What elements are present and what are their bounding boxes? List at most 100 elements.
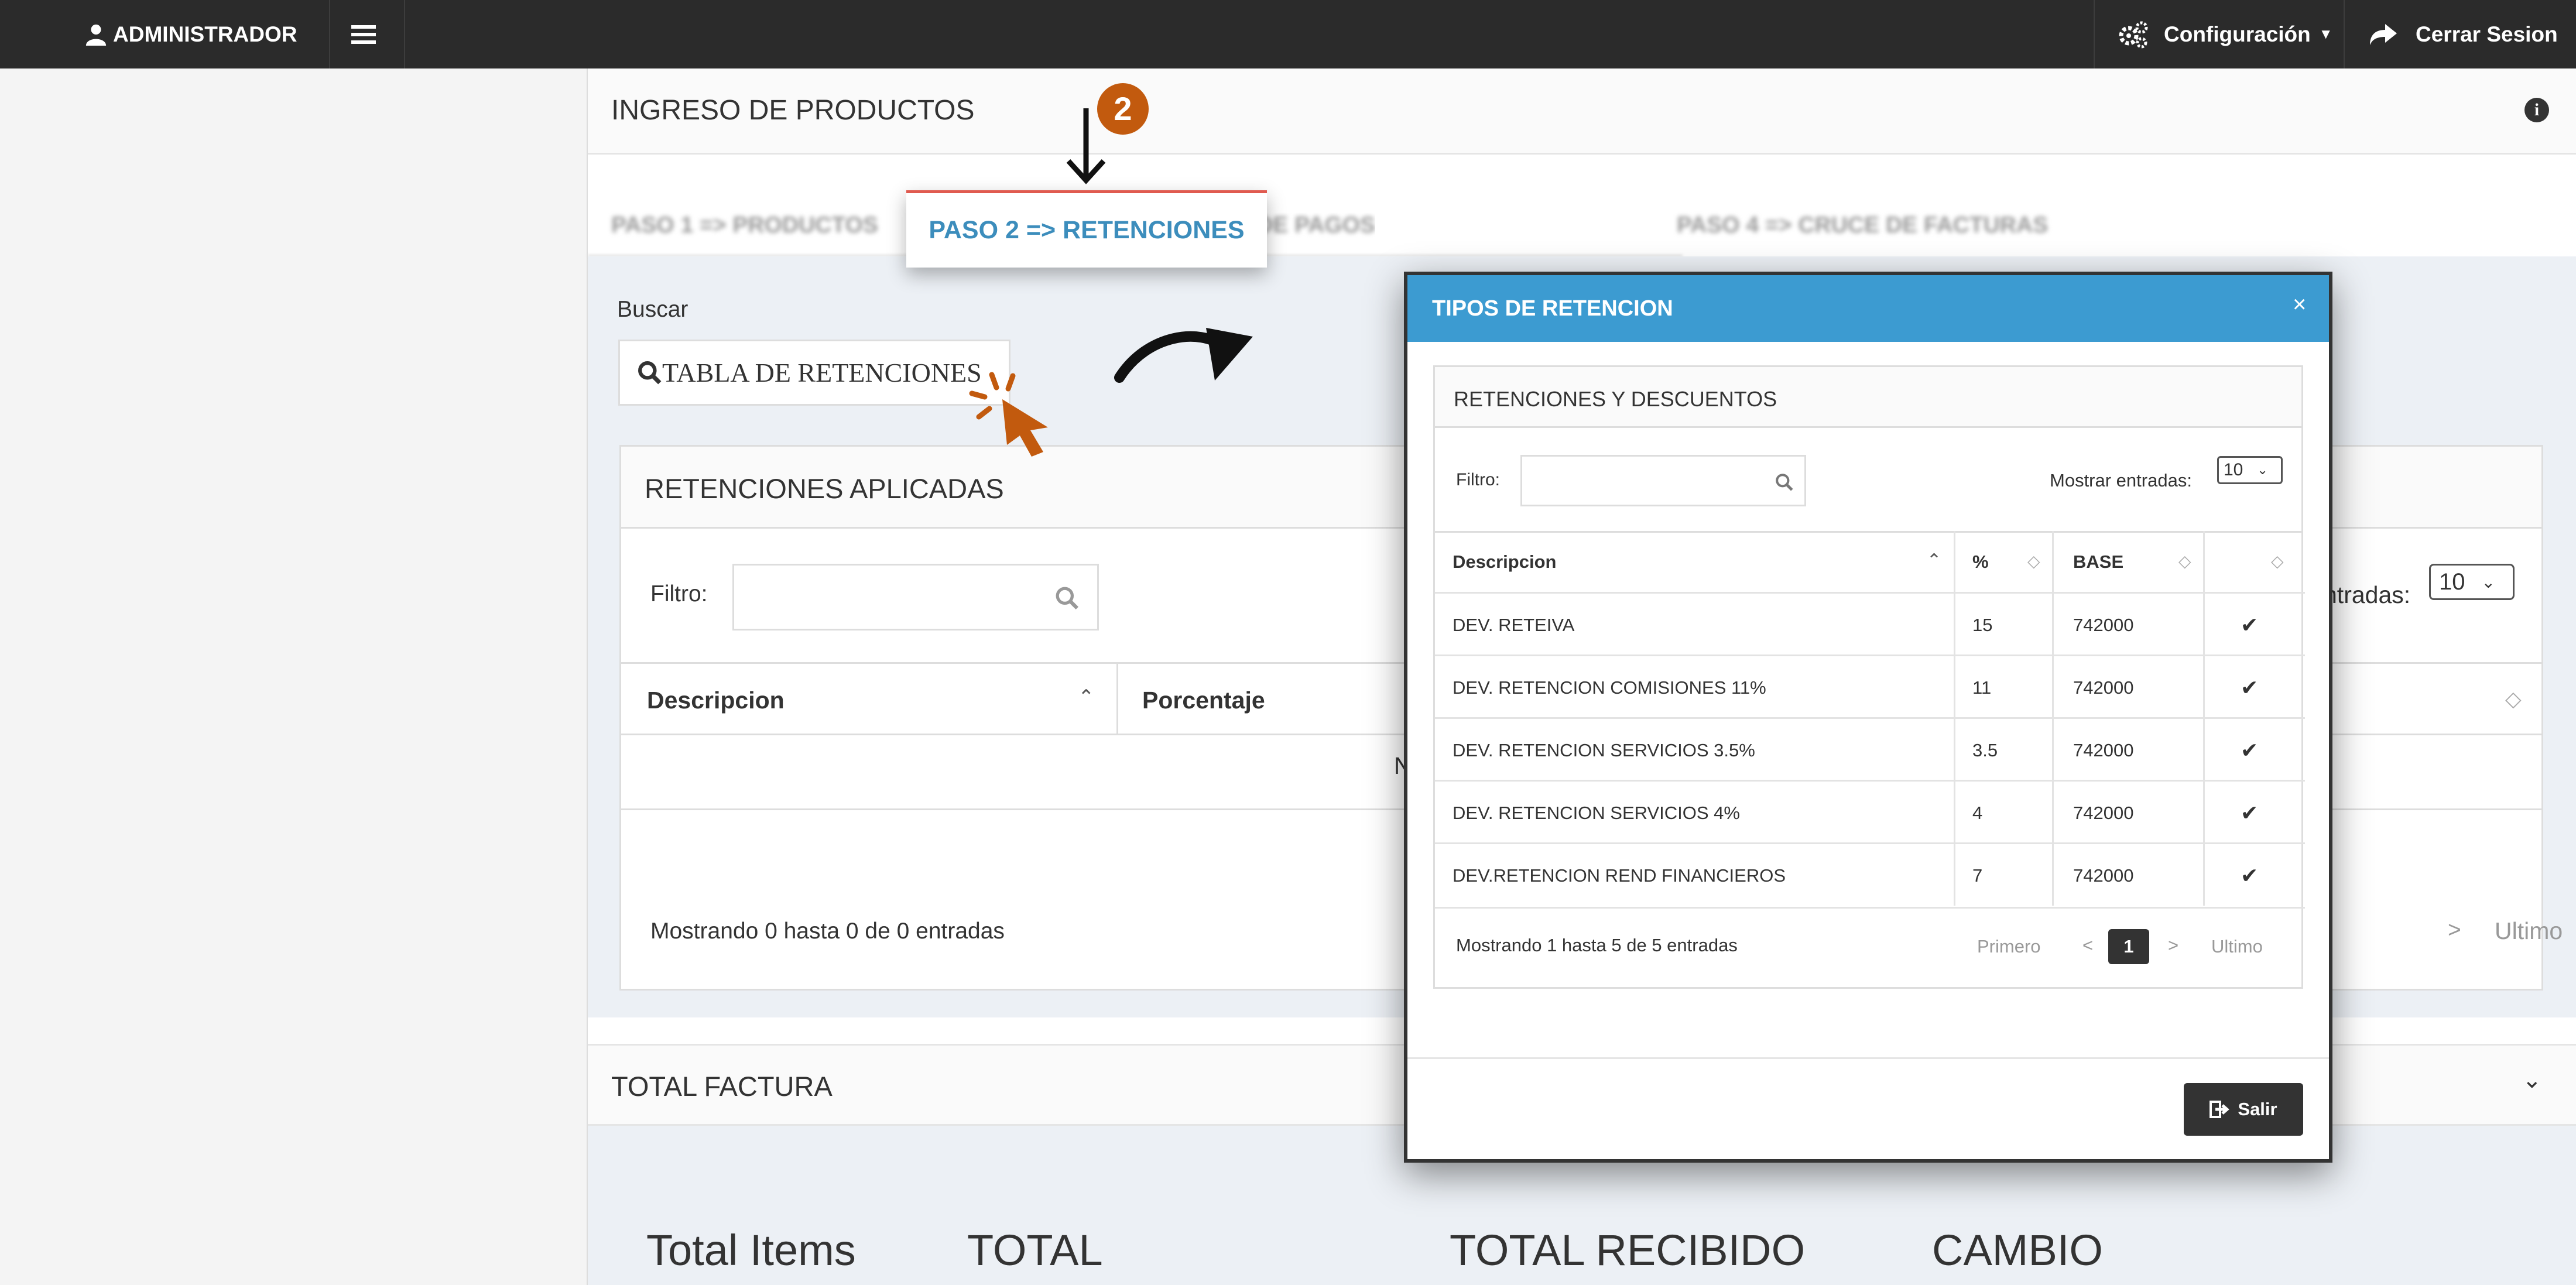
chevron-down-icon: ⌄: [2257, 462, 2268, 477]
modal-col-percent[interactable]: %: [1972, 551, 1989, 573]
modal-title: TIPOS DE RETENCION: [1432, 296, 1673, 321]
sort-icon: ◇: [2271, 552, 2284, 570]
curved-arrow-icon: [1114, 328, 1253, 383]
search-icon: [1776, 474, 1793, 491]
collapse-icon[interactable]: ⌄: [2522, 1067, 2542, 1094]
sort-icon: ◇: [2505, 687, 2522, 711]
modal-show-label: Mostrar entradas:: [2050, 470, 2192, 491]
retention-table-label: TABLA DE RETENCIONES: [662, 358, 982, 388]
applied-info: Mostrando 0 hasta 0 de 0 entradas: [650, 919, 1005, 944]
total-recibido-label: TOTAL RECIBIDO: [1450, 1226, 1806, 1274]
select-check-icon[interactable]: ✔: [2241, 656, 2258, 719]
total-factura-title: TOTAL FACTURA: [611, 1071, 833, 1102]
applied-show-value: 10: [2439, 568, 2465, 595]
select-check-icon[interactable]: ✔: [2241, 844, 2258, 907]
sort-icon: ◇: [2027, 552, 2040, 570]
search-label: Buscar: [617, 297, 688, 322]
caret-down-icon: ▼: [2318, 26, 2333, 42]
retentions-subtitle: RETENCIONES Y DESCUENTOS: [1454, 387, 1777, 411]
pagination-next[interactable]: >: [2168, 935, 2178, 956]
click-cursor-icon: [969, 372, 1048, 457]
table-row[interactable]: DEV.RETENCION REND FINANCIEROS 7 742000 …: [1435, 842, 2305, 909]
logout-link[interactable]: Cerrar Sesion: [2369, 0, 2558, 68]
info-icon[interactable]: i: [2524, 98, 2549, 122]
applied-show-select[interactable]: 10 ⌄: [2429, 564, 2515, 600]
sort-up-icon: ⌃: [1078, 686, 1095, 708]
row-percent: 11: [1972, 677, 1992, 698]
share-arrow-icon: [2370, 23, 2397, 45]
modal-show-value: 10: [2224, 460, 2243, 479]
pagination-last[interactable]: Ultimo: [2211, 936, 2263, 957]
config-label: Configuración: [2164, 22, 2311, 46]
config-menu[interactable]: Configuración ▼: [2118, 0, 2333, 68]
modal-col-description[interactable]: Descripcion: [1453, 551, 1556, 573]
sign-out-icon: [2210, 1101, 2230, 1118]
search-icon: [638, 361, 662, 384]
modal-show-select[interactable]: 10 ⌄: [2217, 456, 2283, 484]
applied-last[interactable]: Ultimo: [2495, 917, 2563, 945]
gears-icon: [2119, 21, 2148, 48]
user-menu[interactable]: ADMINISTRADOR: [85, 0, 297, 68]
pagination-current[interactable]: 1: [2108, 929, 2149, 964]
row-percent: 3.5: [1972, 739, 1998, 760]
user-label: ADMINISTRADOR: [113, 22, 297, 46]
row-base: 742000: [2073, 677, 2134, 698]
applied-title: RETENCIONES APLICADAS: [645, 473, 1004, 504]
tab-paso-1[interactable]: PASO 1 => PRODUCTOS: [611, 213, 878, 238]
row-base: 742000: [2073, 739, 2134, 760]
chevron-down-icon: ⌄: [2481, 573, 2495, 591]
retention-table-button[interactable]: TABLA DE RETENCIONES: [618, 340, 1010, 406]
row-description: DEV. RETEIVA: [1453, 614, 1575, 635]
exit-button[interactable]: Salir: [2184, 1083, 2303, 1136]
modal-close-button[interactable]: ×: [2293, 292, 2306, 318]
applied-col-description[interactable]: Descripcion: [647, 687, 785, 714]
row-base: 742000: [2073, 865, 2134, 886]
table-row[interactable]: DEV. RETENCION SERVICIOS 4% 4 742000 ✔: [1435, 780, 2305, 844]
table-row[interactable]: DEV. RETENCION COMISIONES 11% 11 742000 …: [1435, 655, 2305, 719]
top-navbar: ADMINISTRADOR Configuración ▼ Cerrar Ses…: [0, 0, 2576, 68]
logout-label: Cerrar Sesion: [2416, 22, 2558, 46]
row-base: 742000: [2073, 802, 2134, 823]
sort-icon: ◇: [2178, 552, 2191, 570]
applied-filter-label: Filtro:: [650, 581, 708, 606]
tab-paso-2-label: PASO 2 => RETENCIONES: [929, 216, 1245, 244]
panel-header: INGRESO DE PRODUCTOS i: [588, 68, 2576, 155]
row-description: DEV. RETENCION SERVICIOS 3.5%: [1453, 739, 1755, 760]
applied-col-percentage[interactable]: Porcentaje: [1142, 687, 1265, 714]
total-label: TOTAL: [967, 1226, 1103, 1274]
menu-icon: [351, 25, 376, 44]
select-check-icon[interactable]: ✔: [2241, 782, 2258, 844]
tab-paso-4[interactable]: PASO 4 => CRUCE DE FACTURAS: [1677, 213, 2048, 238]
table-row[interactable]: DEV. RETEIVA 15 742000 ✔: [1435, 592, 2305, 656]
page-title: INGRESO DE PRODUCTOS: [611, 95, 975, 126]
row-percent: 7: [1972, 865, 1983, 886]
retentions-box: RETENCIONES Y DESCUENTOS Filtro: Mostrar…: [1433, 365, 2305, 989]
modal-filter-label: Filtro:: [1456, 470, 1500, 489]
applied-filter-input[interactable]: [732, 564, 1099, 630]
pagination-first[interactable]: Primero: [1977, 936, 2041, 957]
applied-next[interactable]: >: [2448, 917, 2461, 943]
total-items-label: Total Items: [646, 1226, 856, 1274]
row-percent: 4: [1972, 802, 1983, 823]
tab-paso-2[interactable]: PASO 2 => RETENCIONES: [906, 190, 1267, 268]
row-percent: 15: [1972, 614, 1993, 635]
select-check-icon[interactable]: ✔: [2241, 719, 2258, 782]
exit-label: Salir: [2238, 1099, 2277, 1119]
select-check-icon[interactable]: ✔: [2241, 594, 2258, 656]
row-description: DEV. RETENCION COMISIONES 11%: [1453, 677, 1766, 698]
sort-up-icon: ⌃: [1927, 551, 1942, 570]
modal-header: TIPOS DE RETENCION ×: [1407, 275, 2329, 342]
modal-filter-input[interactable]: [1520, 455, 1806, 506]
modal-table-header: Descripcion ⌃ % ◇ BASE ◇ ◇: [1435, 531, 2301, 592]
user-icon: [85, 24, 107, 46]
pagination-prev[interactable]: <: [2082, 935, 2093, 956]
search-icon: [1056, 587, 1079, 610]
sidebar-toggle-button[interactable]: [351, 0, 376, 68]
table-row[interactable]: DEV. RETENCION SERVICIOS 3.5% 3.5 742000…: [1435, 717, 2305, 782]
modal-col-base[interactable]: BASE: [2073, 551, 2123, 573]
row-description: DEV.RETENCION REND FINANCIEROS: [1453, 865, 1786, 886]
row-base: 742000: [2073, 614, 2134, 635]
modal-info: Mostrando 1 hasta 5 de 5 entradas: [1456, 935, 1738, 955]
retention-types-modal: TIPOS DE RETENCION × RETENCIONES Y DESCU…: [1404, 272, 2332, 1163]
row-description: DEV. RETENCION SERVICIOS 4%: [1453, 802, 1740, 823]
